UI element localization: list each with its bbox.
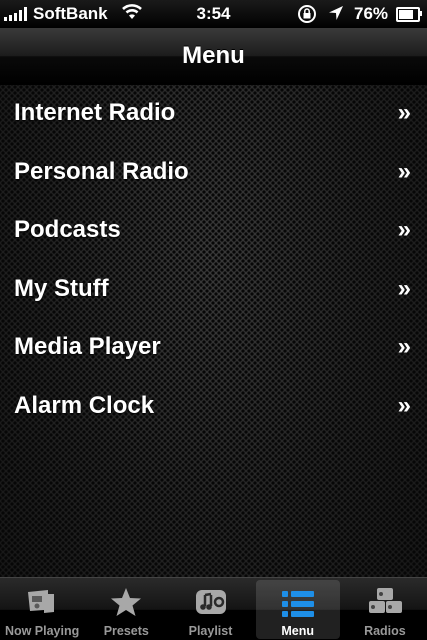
- orientation-lock-icon: [298, 5, 316, 23]
- menu-list: Internet Radio » Personal Radio » Podcas…: [0, 85, 427, 437]
- status-bar: SoftBank 3:54 76%: [0, 0, 427, 28]
- menu-item-personal-radio[interactable]: Personal Radio »: [0, 144, 427, 203]
- tab-radios[interactable]: Radios: [343, 578, 427, 640]
- chevron-right-icon: »: [397, 391, 411, 419]
- star-icon: [111, 588, 142, 616]
- list-icon: [281, 591, 314, 617]
- menu-item-label: Media Player: [14, 333, 161, 361]
- battery-icon: [396, 7, 420, 22]
- page-title: Menu: [182, 42, 245, 69]
- battery-level: [399, 10, 413, 19]
- menu-item-label: My Stuff: [14, 274, 109, 302]
- menu-item-label: Personal Radio: [14, 157, 189, 185]
- tab-label: Playlist: [188, 624, 233, 638]
- tab-label: Radios: [364, 624, 406, 638]
- menu-item-alarm-clock[interactable]: Alarm Clock »: [0, 378, 427, 437]
- radios-icon: [368, 588, 402, 613]
- battery-percent: 76%: [354, 4, 389, 23]
- menu-item-my-stuff[interactable]: My Stuff »: [0, 261, 427, 320]
- chevron-right-icon: »: [397, 333, 411, 361]
- tab-menu[interactable]: Menu: [255, 580, 340, 639]
- tab-bar: Now Playing Presets Playlist Menu Radios: [0, 577, 427, 640]
- now-playing-icon: [28, 590, 55, 613]
- tab-playlist[interactable]: Playlist: [168, 578, 252, 640]
- tab-presets[interactable]: Presets: [84, 578, 168, 640]
- app-screen: SoftBank 3:54 76% Menu Internet Radio »: [0, 0, 427, 640]
- chevron-right-icon: »: [397, 99, 411, 126]
- menu-item-media-player[interactable]: Media Player »: [0, 319, 427, 378]
- location-arrow-icon: [329, 6, 343, 20]
- menu-item-podcasts[interactable]: Podcasts »: [0, 202, 427, 261]
- chevron-right-icon: »: [397, 216, 411, 244]
- menu-item-label: Internet Radio: [14, 99, 176, 126]
- menu-item-internet-radio[interactable]: Internet Radio »: [0, 85, 427, 144]
- tab-label: Now Playing: [4, 624, 80, 638]
- tab-label: Menu: [281, 624, 315, 638]
- tab-label: Presets: [103, 624, 149, 638]
- navigation-bar: Menu: [0, 28, 427, 85]
- battery-tip: [420, 11, 422, 16]
- chevron-right-icon: »: [397, 274, 411, 302]
- playlist-icon: [195, 590, 226, 614]
- chevron-right-icon: »: [397, 157, 411, 185]
- menu-item-label: Alarm Clock: [14, 391, 155, 419]
- tab-now-playing[interactable]: Now Playing: [0, 578, 84, 640]
- menu-item-label: Podcasts: [14, 216, 121, 244]
